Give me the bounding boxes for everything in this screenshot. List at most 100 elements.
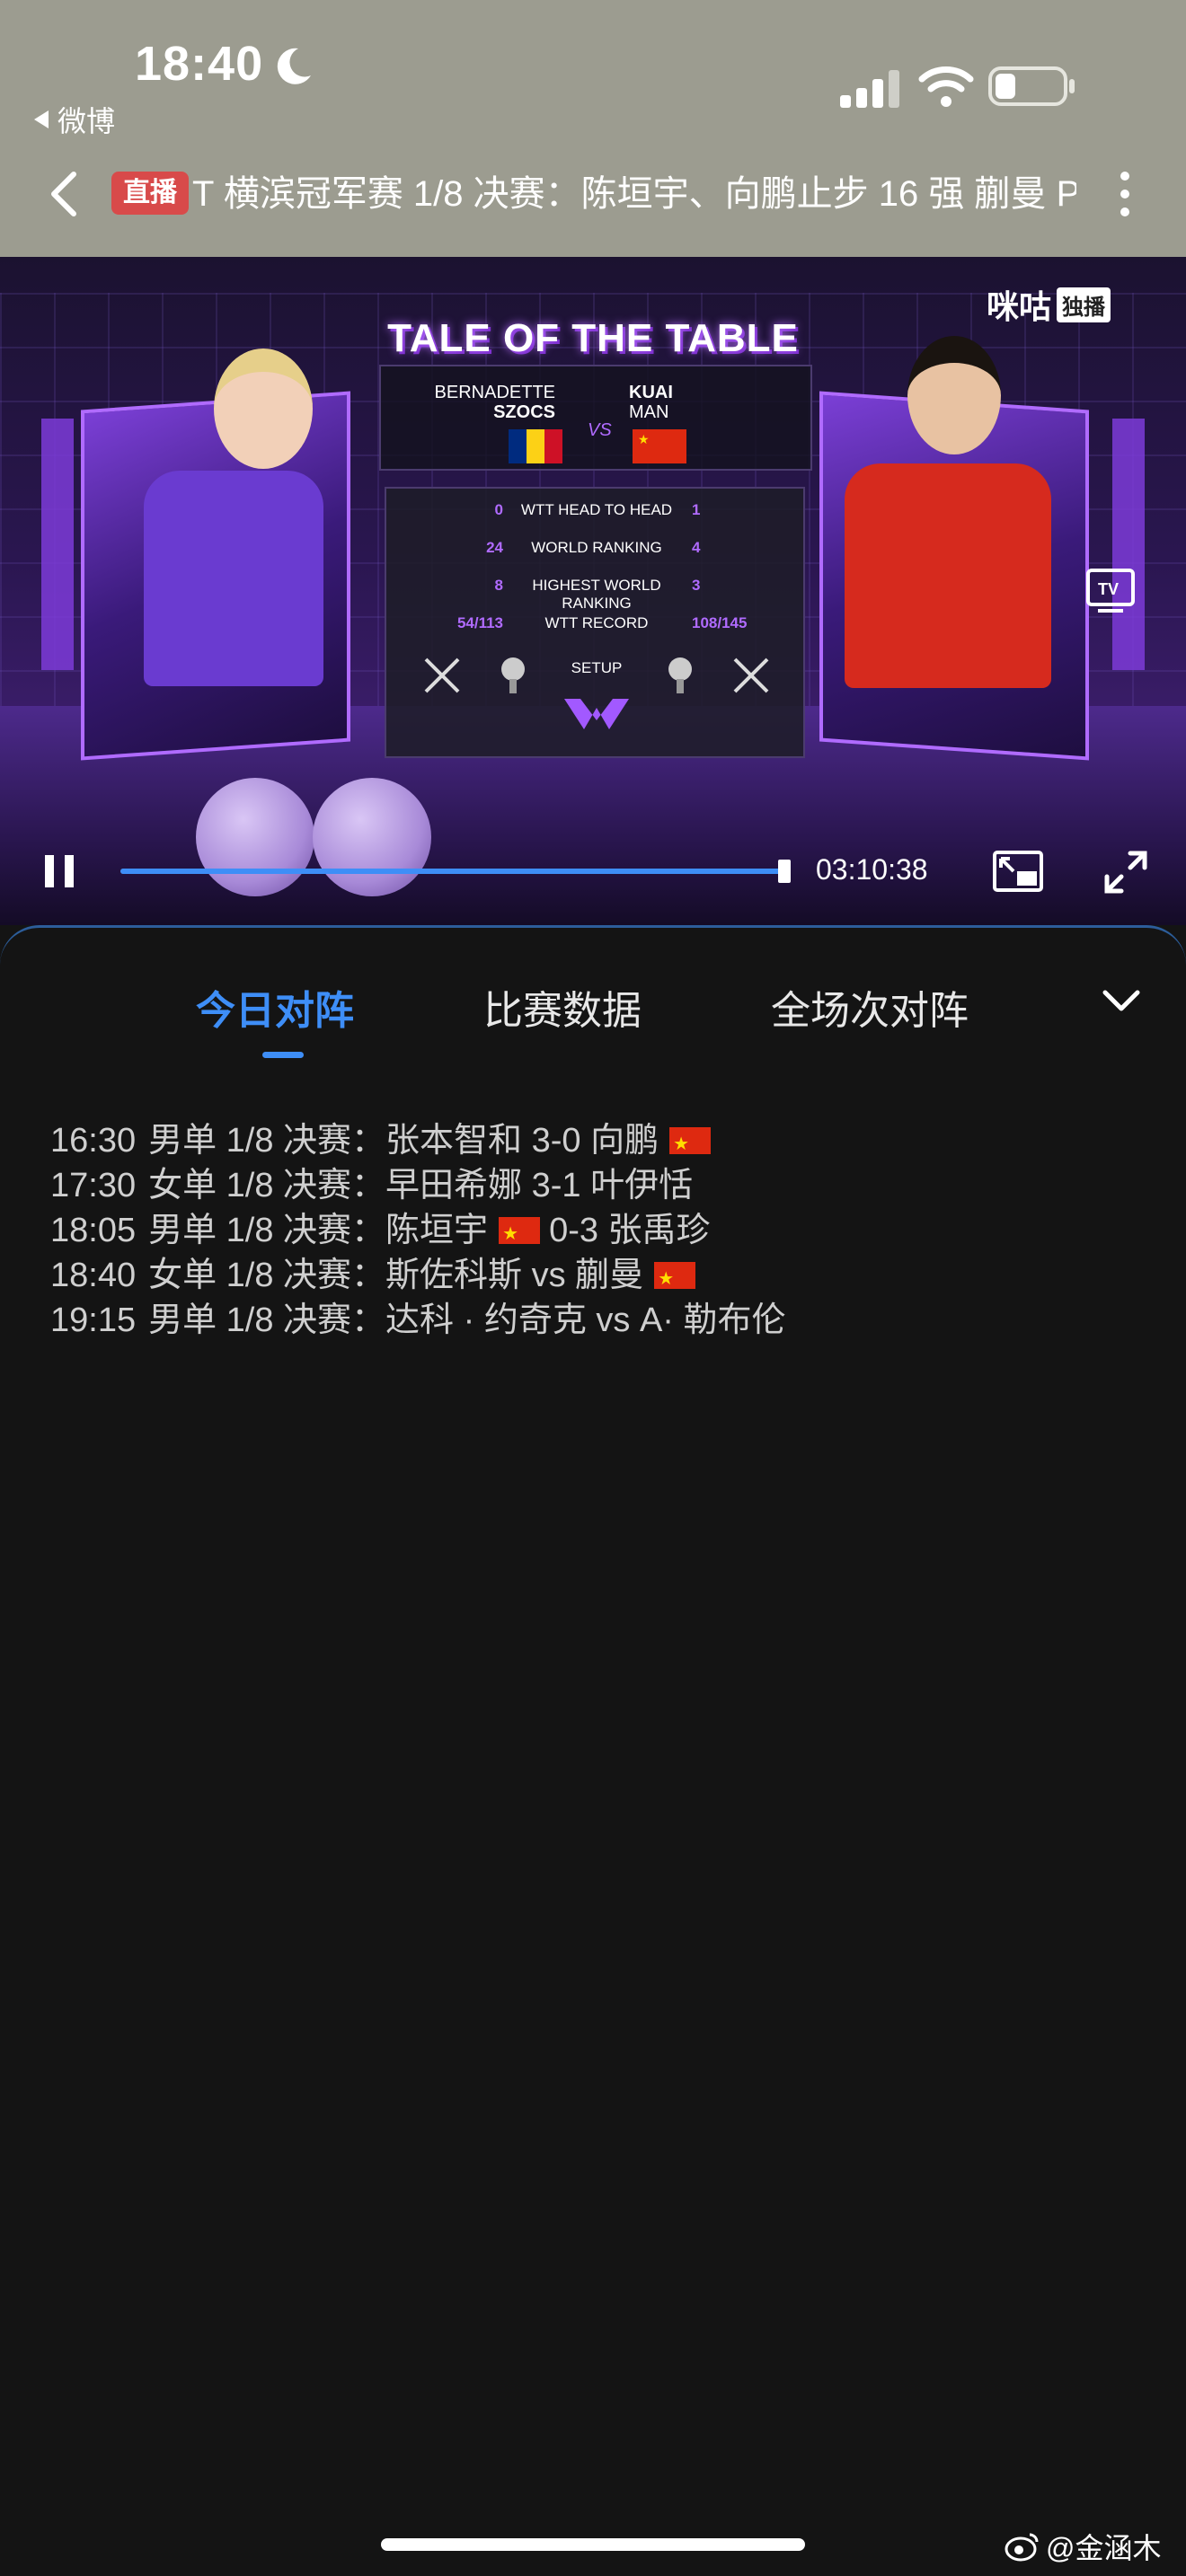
player-left-first-name: BERNADETTE <box>434 383 555 402</box>
stat-row: 54/113 WTT RECORD 108/145 <box>386 614 807 650</box>
active-tab-indicator <box>262 1052 304 1058</box>
decor-bar-left <box>41 419 74 670</box>
stat-left: 8 <box>494 577 503 594</box>
match-event: 女单 1/8 决赛： <box>148 1167 386 1204</box>
watermark-text: @金涵木 <box>1046 2532 1162 2564</box>
match-player-2: 向鹏 <box>590 1122 659 1160</box>
setup-label: SETUP <box>571 659 623 676</box>
match-player-1: 陈垣宇 <box>385 1212 489 1249</box>
stat-right: 3 <box>692 577 701 594</box>
match-player-1: 张本智和 <box>385 1122 523 1160</box>
stat-row: 8 HIGHEST WORLD RANKING 3 <box>386 577 807 613</box>
match-player-2: A· 勒布伦 <box>639 1301 786 1339</box>
stat-row: 0 WTT HEAD TO HEAD 1 <box>386 501 807 537</box>
tv-cast-icon[interactable]: TV <box>1085 568 1136 614</box>
stat-right: 1 <box>692 501 701 518</box>
tab-match-stats[interactable]: 比赛数据 <box>483 978 642 1036</box>
back-button[interactable] <box>45 169 81 219</box>
match-player-1: 达科 · 约奇克 <box>385 1301 587 1339</box>
paddle-icon-left <box>501 657 525 693</box>
stat-left: 24 <box>486 539 503 556</box>
match-score: vs <box>531 1257 566 1294</box>
match-player-2: 蒯曼 <box>575 1257 644 1294</box>
home-indicator[interactable] <box>381 2538 805 2551</box>
schedule-panel: 今日对阵 比赛数据 全场次对阵 16:30 男单 1/8 决赛： 张本智和 3-… <box>0 925 1186 2576</box>
player-right-first-name: KUAI <box>629 383 673 402</box>
match-row: 17:30 女单 1/8 决赛： 早田希娜 3-1 叶伊恬 <box>50 1163 1146 1208</box>
match-player-1: 早田希娜 <box>385 1167 523 1204</box>
picture-in-picture-icon[interactable] <box>992 850 1044 893</box>
wifi-icon <box>918 66 974 107</box>
china-flag-icon <box>499 1212 541 1257</box>
match-event: 男单 1/8 决赛： <box>148 1301 386 1339</box>
match-score: 0-3 <box>549 1212 598 1249</box>
weibo-icon <box>1005 2533 1039 2562</box>
match-player-2: 叶伊恬 <box>590 1167 694 1204</box>
tv-label: TV <box>1098 580 1119 598</box>
match-score: 3-1 <box>531 1167 581 1204</box>
stat-left: 54/113 <box>456 614 503 631</box>
player-left-jersey <box>144 471 323 686</box>
video-controls: 03:10:38 <box>0 832 1186 904</box>
wtt-logo-icon <box>564 699 629 729</box>
video-player[interactable]: 咪咕 独播 TALE OF THE TABLE BERNADETTE SZOCS… <box>0 257 1186 925</box>
match-event: 女单 1/8 决赛： <box>148 1257 386 1294</box>
match-score: 3-0 <box>531 1122 581 1160</box>
match-row: 19:15 男单 1/8 决赛： 达科 · 约奇克 vs A· 勒布伦 <box>50 1298 1146 1343</box>
stat-right: 108/145 <box>692 614 748 631</box>
china-flag-icon: ★ <box>633 429 686 463</box>
stat-label: WTT RECORD <box>544 614 649 631</box>
progress-fill <box>120 869 784 874</box>
time-readout: 03:10:38 <box>816 853 928 886</box>
match-time: 16:30 <box>50 1122 137 1160</box>
stats-panel: 0 WTT HEAD TO HEAD 1 24 WORLD RANKING 4 … <box>385 487 805 758</box>
watermark: @金涵木 <box>1005 2526 1162 2567</box>
match-row: 18:05 男单 1/8 决赛： 陈垣宇 0-3 张禹珍 <box>50 1208 1146 1257</box>
match-schedule-list: 16:30 男单 1/8 决赛： 张本智和 3-0 向鹏 17:30 女单 1/… <box>50 1118 1146 1343</box>
overlay-title: TALE OF THE TABLE <box>387 316 799 360</box>
tab-today-matches[interactable]: 今日对阵 <box>196 978 354 1036</box>
tab-all-matches[interactable]: 全场次对阵 <box>771 978 969 1036</box>
stat-label: WORLD RANKING <box>531 539 662 556</box>
swords-icon-right <box>733 657 769 693</box>
match-event: 男单 1/8 决赛： <box>148 1122 386 1160</box>
china-flag-icon <box>669 1122 712 1167</box>
match-time: 19:15 <box>50 1301 137 1339</box>
fullscreen-icon[interactable] <box>1103 850 1148 895</box>
swords-icon-left <box>424 657 460 693</box>
stat-row: 24 WORLD RANKING 4 <box>386 539 807 575</box>
player-right-avatar <box>907 336 1001 454</box>
romania-flag-icon <box>509 429 562 463</box>
page-title: T 横滨冠军赛 1/8 决赛：陈垣宇、向鹏止步 16 强 蒯曼 P <box>192 174 1076 214</box>
back-triangle-icon <box>34 110 49 128</box>
top-bar: 18:40 微博 直播 T 横滨冠军赛 1/8 决赛：陈垣宇、向鹏止步 16 强… <box>0 0 1186 257</box>
battery-icon <box>988 66 1075 106</box>
moon-icon <box>277 48 311 84</box>
more-options-icon[interactable] <box>1114 167 1136 221</box>
match-player-1: 斯佐科斯 <box>385 1257 523 1294</box>
match-player-2: 张禹珍 <box>607 1212 711 1249</box>
signal-icon <box>840 70 899 108</box>
match-time: 18:40 <box>50 1257 137 1294</box>
names-panel: BERNADETTE SZOCS VS KUAI MAN ★ <box>379 365 812 471</box>
stat-right: 4 <box>692 539 701 556</box>
stat-label: HIGHEST WORLD RANKING <box>532 577 661 612</box>
progress-thumb[interactable] <box>777 860 791 883</box>
back-app-label: 微博 <box>58 105 116 137</box>
match-row: 18:40 女单 1/8 决赛： 斯佐科斯 vs 蒯曼 <box>50 1253 1146 1301</box>
chevron-down-icon[interactable] <box>1100 987 1143 1016</box>
vs-label: VS <box>588 420 612 440</box>
pause-icon[interactable] <box>41 851 77 891</box>
paddle-icon-right <box>668 657 692 693</box>
match-event: 男单 1/8 决赛： <box>148 1212 386 1249</box>
player-right-jersey <box>845 463 1051 688</box>
status-time: 18:40 <box>135 37 264 91</box>
back-to-app-button[interactable]: 微博 <box>34 99 115 140</box>
china-flag-icon <box>654 1257 696 1301</box>
match-time: 18:05 <box>50 1212 137 1249</box>
progress-bar[interactable] <box>120 860 791 883</box>
match-time: 17:30 <box>50 1167 137 1204</box>
stat-left: 0 <box>494 501 503 518</box>
match-score: vs <box>596 1301 631 1339</box>
svg-text:★: ★ <box>638 432 650 446</box>
